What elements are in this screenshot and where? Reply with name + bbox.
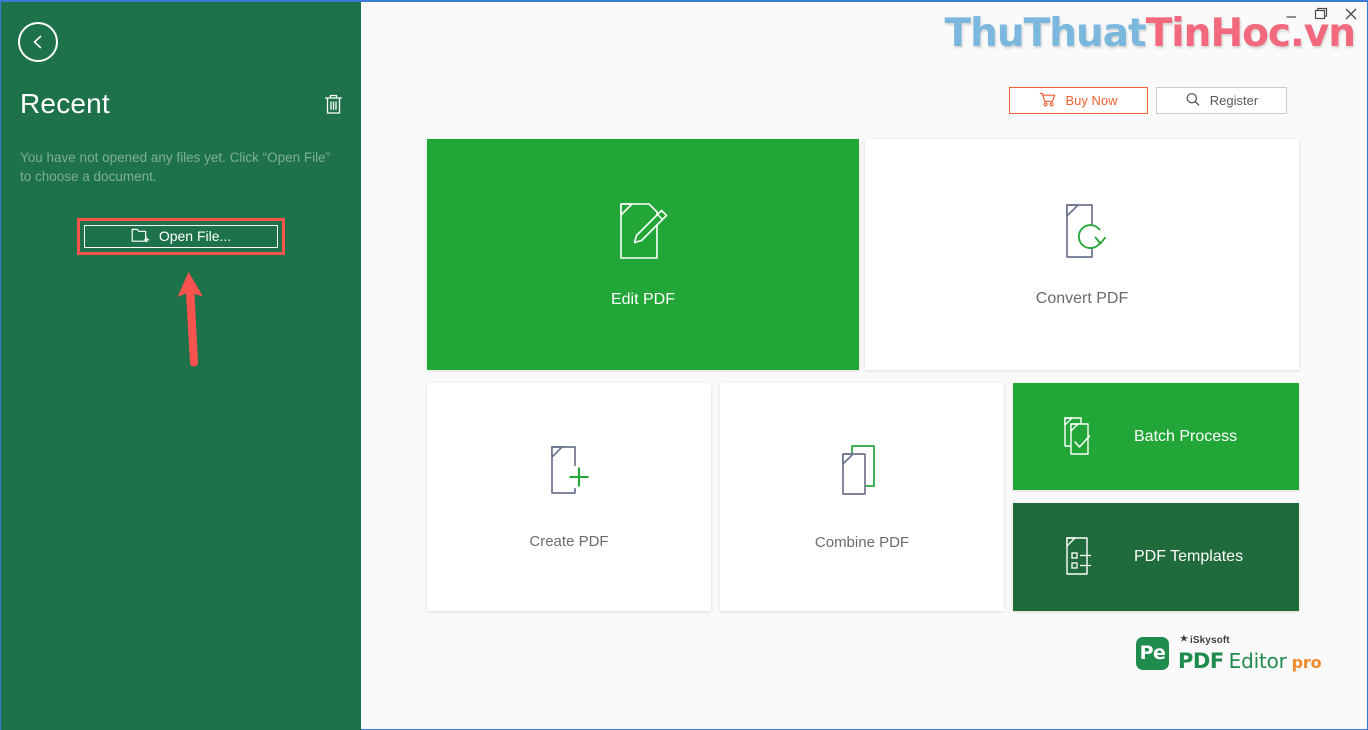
pointer-arrow-annotation (169, 270, 213, 368)
tile-label: Create PDF (529, 532, 609, 550)
minimize-icon (1286, 15, 1296, 18)
window-controls (1283, 5, 1359, 23)
tile-combine-pdf[interactable]: Combine PDF (720, 383, 1004, 611)
brand-text: iSkysoft PDF Editor pro (1178, 634, 1322, 673)
close-button[interactable] (1343, 5, 1359, 23)
open-file-highlight: Open File... (77, 218, 285, 255)
clear-recent-button[interactable] (322, 91, 345, 117)
company-label: iSkysoft (1190, 635, 1230, 646)
minimize-button[interactable] (1283, 5, 1299, 23)
recent-header: Recent (20, 88, 345, 120)
maximize-button[interactable] (1313, 5, 1329, 23)
search-icon (1185, 92, 1201, 110)
document-refresh-icon (1054, 202, 1110, 260)
product-name: PDF Editor pro (1178, 649, 1322, 673)
chevron-left-icon (29, 33, 47, 51)
document-stack-icon (836, 444, 888, 498)
recent-sidebar: Recent You have not opened any files yet… (1, 2, 361, 730)
open-file-button[interactable]: Open File... (84, 225, 278, 248)
buy-now-label: Buy Now (1065, 93, 1118, 108)
pe-badge-label: Pe (1139, 642, 1166, 664)
tile-create-pdf[interactable]: Create PDF (427, 383, 711, 611)
tile-convert-pdf[interactable]: Convert PDF (865, 139, 1299, 370)
folder-add-icon (131, 227, 150, 246)
tile-label: PDF Templates (1134, 548, 1244, 565)
tile-batch-process[interactable]: Batch Process (1013, 383, 1299, 490)
product-logo: Pe iSkysoft PDF Editor pro (1136, 634, 1322, 673)
tile-pdf-templates[interactable]: PDF Templates (1013, 503, 1299, 611)
tile-label: Combine PDF (814, 533, 910, 551)
account-toolbar: Buy Now Register (1009, 87, 1287, 114)
product-editor-label: Editor (1228, 649, 1287, 673)
iskysoft-star-icon (1179, 634, 1189, 648)
pe-badge-icon: Pe (1136, 636, 1169, 670)
tile-label: Batch Process (1134, 427, 1238, 445)
back-button[interactable] (18, 22, 58, 62)
tile-label: Edit PDF (610, 290, 675, 308)
tile-edit-pdf[interactable]: Edit PDF (427, 139, 859, 370)
document-list-icon (1061, 536, 1099, 578)
trash-icon (324, 94, 343, 119)
product-edition-label: pro (1291, 653, 1322, 672)
product-pdf-label: PDF (1178, 649, 1224, 673)
document-pencil-icon (616, 201, 670, 261)
document-check-icon (1061, 416, 1099, 458)
tile-label: Convert PDF (1035, 289, 1129, 307)
application-window: Recent You have not opened any files yet… (0, 0, 1368, 730)
register-button[interactable]: Register (1156, 87, 1287, 114)
close-icon (1345, 8, 1357, 20)
register-label: Register (1209, 93, 1259, 108)
open-file-label: Open File... (158, 227, 232, 244)
watermark-part-1: ThuThuat (944, 11, 1146, 56)
buy-now-button[interactable]: Buy Now (1009, 87, 1148, 114)
company-name: iSkysoft (1179, 634, 1321, 648)
maximize-icon (1314, 7, 1328, 20)
page-title: Recent (20, 88, 110, 119)
empty-state-message: You have not opened any files yet. Click… (20, 150, 331, 184)
document-plus-icon (542, 445, 596, 497)
cart-icon (1039, 92, 1056, 110)
